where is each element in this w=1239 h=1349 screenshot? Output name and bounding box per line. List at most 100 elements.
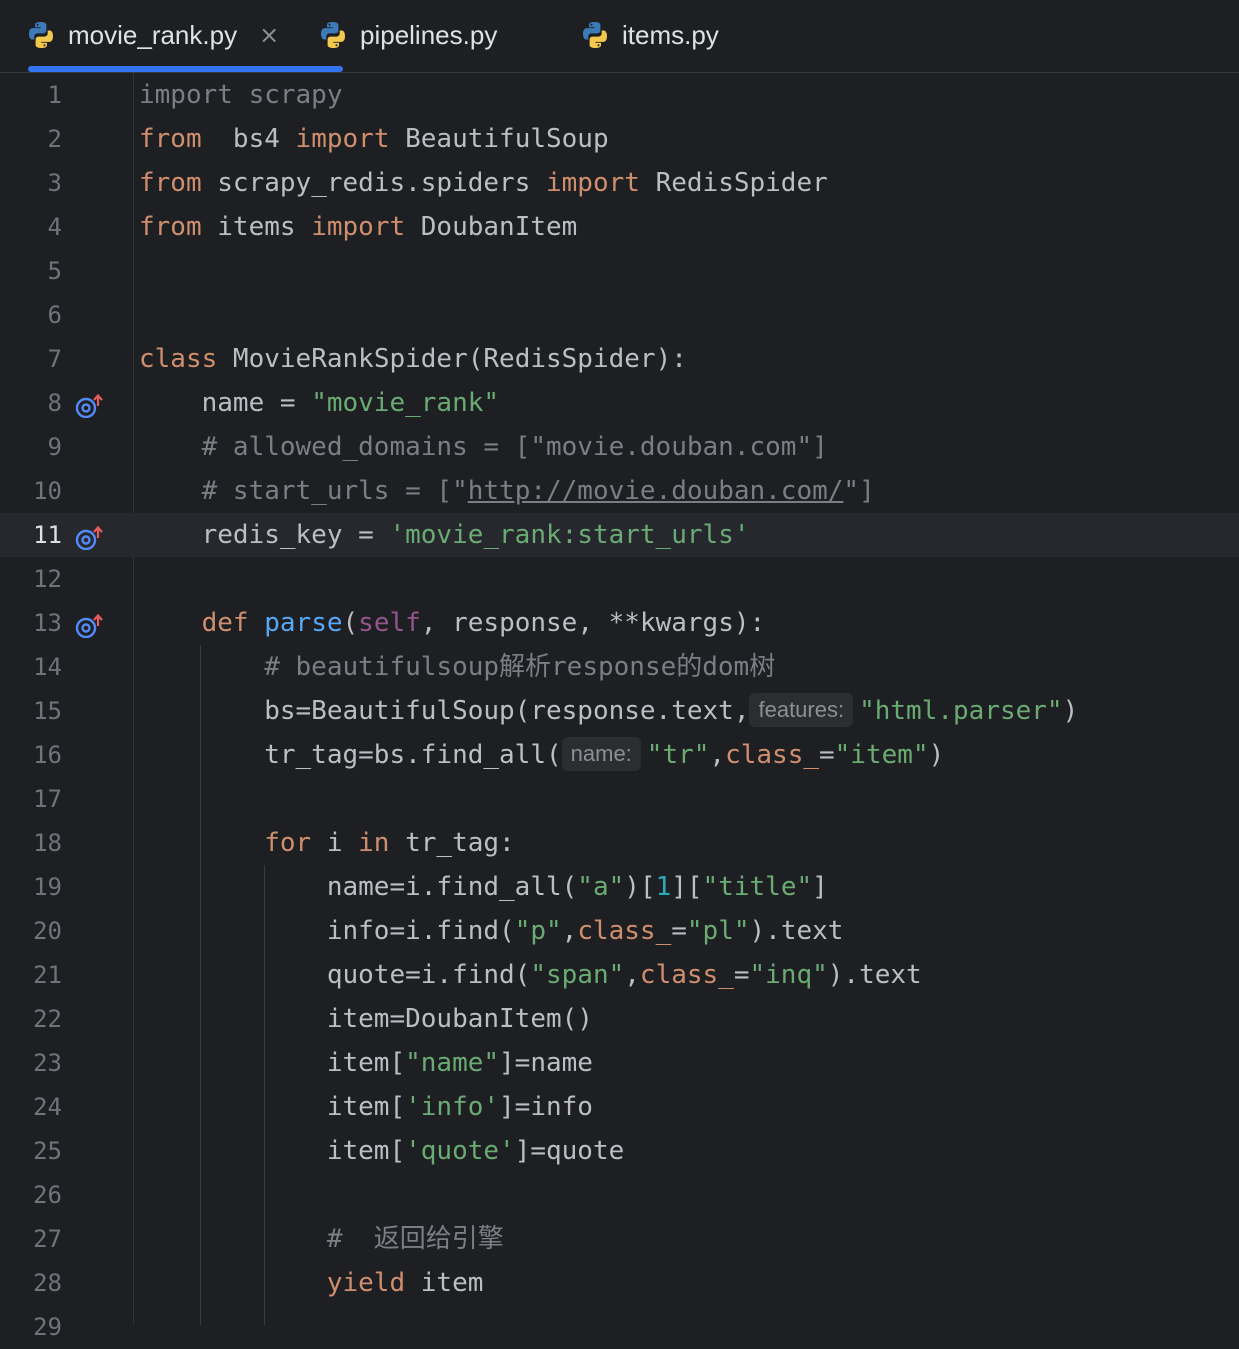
- code-token: yield: [139, 1268, 406, 1298]
- code-text: name=i.find_all("a")[1]["title"]: [139, 865, 828, 909]
- code-token: =: [819, 740, 835, 770]
- code-text: def parse(self, response, **kwargs):: [139, 601, 766, 645]
- line-number: 24: [33, 1093, 62, 1121]
- code-token: ]=quote: [514, 1136, 625, 1166]
- code-text: from items import DoubanItem: [139, 205, 577, 249]
- code-token: bs4: [201, 124, 296, 154]
- code-token: "p": [514, 916, 562, 946]
- code-token: class_: [639, 960, 734, 990]
- code-line[interactable]: 27 # 返回给引擎: [0, 1217, 1239, 1261]
- code-token: =: [733, 960, 750, 990]
- code-line[interactable]: 13 def parse(self, response, **kwargs):: [0, 601, 1239, 645]
- code-text: class MovieRankSpider(RedisSpider):: [139, 337, 687, 381]
- tab-items[interactable]: items.py: [580, 0, 719, 70]
- parameter-hint: features:: [749, 693, 854, 727]
- code-token: 'movie_rank:start_urls': [389, 520, 750, 550]
- tab-label: items.py: [622, 19, 719, 50]
- code-token: i: [311, 828, 359, 858]
- code-token: (: [342, 608, 359, 638]
- code-token: for: [139, 828, 312, 858]
- code-token: "a": [577, 872, 625, 902]
- python-icon: [321, 22, 345, 48]
- code-text: yield item: [139, 1261, 484, 1305]
- code-line[interactable]: 19 name=i.find_all("a")[1]["title"]: [0, 865, 1239, 909]
- python-icon: [583, 22, 607, 48]
- code-line[interactable]: 11 redis_key = 'movie_rank:start_urls': [0, 513, 1239, 557]
- code-line[interactable]: 4 from items import DoubanItem: [0, 205, 1239, 249]
- code-token: "pl": [686, 916, 750, 946]
- code-editor[interactable]: 1 import scrapy 2 from bs4 import Beautiful…: [0, 73, 1239, 1341]
- code-token: name =: [139, 388, 312, 418]
- code-token: bs=BeautifulSoup(response.text,: [139, 696, 750, 726]
- code-text: item['quote']=quote: [139, 1129, 624, 1173]
- code-line[interactable]: 8 name = "movie_rank": [0, 381, 1239, 425]
- code-line[interactable]: 7 class MovieRankSpider(RedisSpider):: [0, 337, 1239, 381]
- code-line[interactable]: 29: [0, 1305, 1239, 1349]
- line-number: 14: [33, 653, 62, 681]
- editor-tab-bar: movie_rank.py × pipelines.py items.py: [0, 0, 1239, 73]
- code-token: ]=info: [499, 1092, 593, 1122]
- code-token: name=i.find_all(: [139, 872, 578, 902]
- code-line[interactable]: 28 yield item: [0, 1261, 1239, 1305]
- code-token: import: [546, 168, 640, 198]
- code-token: "title": [702, 872, 813, 902]
- line-number: 3: [47, 169, 62, 197]
- code-line[interactable]: 15 bs=BeautifulSoup(response.text, featur…: [0, 689, 1239, 733]
- code-line[interactable]: 18 for i in tr_tag:: [0, 821, 1239, 865]
- code-token: items: [201, 212, 312, 242]
- code-line[interactable]: 9 # allowed_domains = ["movie.douban.com…: [0, 425, 1239, 469]
- code-line[interactable]: 2 from bs4 import BeautifulSoup: [0, 117, 1239, 161]
- code-line[interactable]: 1 import scrapy: [0, 73, 1239, 117]
- code-token: , response, **kwargs):: [420, 608, 766, 638]
- line-number: 10: [33, 477, 62, 505]
- code-line[interactable]: 12: [0, 557, 1239, 601]
- code-token: # 返回给引擎: [139, 1224, 504, 1254]
- code-line[interactable]: 21 quote=i.find("span",class_="inq").tex…: [0, 953, 1239, 997]
- overrides-method-icon[interactable]: [74, 611, 104, 639]
- line-number: 29: [33, 1313, 62, 1341]
- code-token: "tr": [646, 740, 710, 770]
- line-number: 12: [33, 565, 62, 593]
- code-text: # 返回给引擎: [139, 1217, 504, 1261]
- code-text: info=i.find("p",class_="pl").text: [139, 909, 844, 953]
- code-line[interactable]: 5: [0, 249, 1239, 293]
- code-line[interactable]: 24 item['info']=info: [0, 1085, 1239, 1129]
- code-text: item['info']=info: [139, 1085, 593, 1129]
- code-token: ).text: [749, 916, 844, 946]
- code-line[interactable]: 23 item["name"]=name: [0, 1041, 1239, 1085]
- code-line[interactable]: 6: [0, 293, 1239, 337]
- code-token: )[: [624, 872, 656, 902]
- code-token: "inq": [749, 960, 828, 990]
- overrides-method-icon[interactable]: [74, 523, 104, 551]
- code-line[interactable]: 26: [0, 1173, 1239, 1217]
- tab-pipelines[interactable]: pipelines.py: [318, 0, 497, 70]
- code-token: ): [1062, 696, 1079, 726]
- code-line[interactable]: 14 # beautifulsoup解析response的dom树: [0, 645, 1239, 689]
- code-token: # allowed_domains = ["movie.douban.com"]: [139, 432, 828, 462]
- code-token: "item": [834, 740, 929, 770]
- code-token: item=DoubanItem(): [139, 1004, 593, 1034]
- code-token: "html.parser": [859, 696, 1063, 726]
- close-icon[interactable]: ×: [259, 21, 279, 49]
- code-line[interactable]: 25 item['quote']=quote: [0, 1129, 1239, 1173]
- code-text: item=DoubanItem(): [139, 997, 593, 1041]
- code-token: DoubanItem: [405, 212, 578, 242]
- code-line[interactable]: 22 item=DoubanItem(): [0, 997, 1239, 1041]
- code-line[interactable]: 16 tr_tag=bs.find_all(name: "tr",class_="…: [0, 733, 1239, 777]
- code-token: 'quote': [405, 1136, 515, 1166]
- code-line[interactable]: 3 from scrapy_redis.spiders import RedisS…: [0, 161, 1239, 205]
- code-line[interactable]: 10 # start_urls = ["http://movie.douban.…: [0, 469, 1239, 513]
- code-token: import scrapy: [139, 80, 343, 110]
- code-line[interactable]: 17: [0, 777, 1239, 821]
- code-line[interactable]: 20 info=i.find("p",class_="pl").text: [0, 909, 1239, 953]
- code-token: redis_key =: [139, 520, 390, 550]
- tab-movie-rank[interactable]: movie_rank.py ×: [26, 0, 344, 72]
- line-number: 17: [33, 785, 62, 813]
- code-token: item: [405, 1268, 484, 1298]
- overrides-method-icon[interactable]: [74, 391, 104, 419]
- code-text: item["name"]=name: [139, 1041, 593, 1085]
- code-token: # start_urls = [": [139, 476, 468, 506]
- code-text: quote=i.find("span",class_="inq").text: [139, 953, 922, 997]
- code-token: tr_tag:: [389, 828, 515, 858]
- code-token: ]: [812, 872, 828, 902]
